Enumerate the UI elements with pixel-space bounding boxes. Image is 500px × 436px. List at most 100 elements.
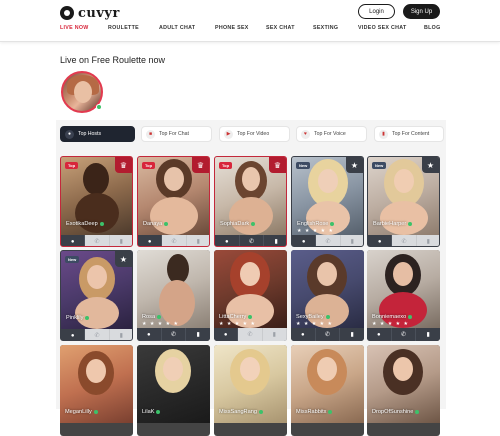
phone-icon[interactable]: ✆ (85, 235, 110, 246)
video-icon[interactable]: ▮ (416, 235, 439, 246)
host-name: Pinklily (66, 315, 84, 321)
top-badge: Top (142, 162, 156, 169)
chat-icon[interactable]: ● (292, 235, 317, 246)
online-dot (330, 222, 335, 226)
rating-stars: ★ ★ ★ ★ ★ (297, 228, 334, 234)
host-name: EnglishRose (297, 221, 329, 227)
host-card[interactable]: Top ♛ ExotikaDeep ● ✆ ▮ (60, 156, 133, 247)
host-card[interactable]: MissRabbitx (291, 345, 364, 436)
chat-icon[interactable]: ● (61, 235, 86, 246)
host-card[interactable]: New ★ Pinklily ● ✆ ▮ (60, 250, 133, 341)
new-badge: New (296, 162, 311, 169)
tab-top-hosts[interactable]: ● Top Hosts (60, 126, 135, 142)
video-icon[interactable]: ▮ (416, 328, 440, 341)
host-name: SophiaDark (220, 221, 250, 227)
phone-icon[interactable]: ✆ (240, 235, 265, 246)
chat-icon[interactable]: ● (291, 328, 316, 341)
online-dot (408, 222, 413, 226)
video-icon[interactable]: ▮ (109, 235, 132, 246)
host-card[interactable]: LilaK (137, 345, 210, 436)
nav-blog[interactable]: BLOG (424, 25, 441, 31)
host-name: SexyBailey (296, 314, 324, 320)
video-icon[interactable]: ▮ (186, 328, 210, 341)
host-card[interactable]: MeganLilly (60, 345, 133, 436)
login-button[interactable]: Login (358, 4, 395, 19)
rating-stars: ★ ★ ★ ★ ★ (296, 321, 333, 327)
crown-icon: ♛ (192, 157, 209, 173)
signup-button[interactable]: Sign Up (403, 4, 440, 19)
phone-icon[interactable]: ✆ (85, 329, 110, 340)
user-icon: ● (65, 129, 74, 139)
new-badge: New (65, 256, 80, 263)
host-name: Bonniemaexo (372, 314, 407, 320)
online-dot (408, 315, 413, 319)
host-name: LilaK (142, 409, 155, 415)
online-dot (156, 410, 161, 414)
nav-sex-chat[interactable]: SEX CHAT (266, 25, 295, 31)
host-card[interactable]: LittaCherry ★ ★ ★ ★ ★ ● ✆ ▮ (214, 250, 287, 341)
host-name: BarbieHarper (373, 221, 407, 227)
new-badge: New (372, 162, 387, 169)
video-icon: ▶ (224, 129, 233, 139)
host-card[interactable]: SexyBailey ★ ★ ★ ★ ★ ● ✆ ▮ (291, 250, 364, 341)
rating-stars: ★ ★ ★ ★ ★ (142, 321, 179, 327)
chat-icon[interactable]: ● (214, 328, 239, 341)
tab-top-for-voice[interactable]: ♥ Top For Voice (296, 126, 367, 142)
host-card[interactable]: Top ♛ SophiaDark ● ✆ ▮ (214, 156, 287, 247)
roulette-title: Live on Free Roulette now (60, 55, 166, 65)
video-icon[interactable]: ▮ (340, 328, 364, 341)
online-dot (248, 315, 253, 319)
tab-top-for-chat[interactable]: ■ Top For Chat (141, 126, 212, 142)
online-dot (415, 410, 420, 414)
host-card[interactable]: New ★ BarbieHarper ● ✆ ▮ (367, 156, 440, 247)
tab-label: Top Hosts (78, 131, 102, 137)
host-name: ExotikaDeep (66, 221, 98, 227)
chat-icon[interactable]: ● (137, 328, 162, 341)
host-card[interactable]: MissSangRang (214, 345, 287, 436)
host-name: MissRabbitx (296, 409, 327, 415)
chat-icon[interactable]: ● (367, 328, 392, 341)
nav-adult-chat[interactable]: ADULT CHAT (159, 25, 195, 31)
host-card[interactable]: Rosa ★ ★ ★ ★ ★ ● ✆ ▮ (137, 250, 210, 341)
phone-icon[interactable]: ✆ (162, 235, 187, 246)
star-icon: ★ (346, 157, 363, 173)
site-logo[interactable]: cuvyr (60, 5, 120, 21)
tab-label: Top For Chat (159, 131, 189, 137)
nav-phone-sex[interactable]: PHONE SEX (215, 25, 249, 31)
host-filter-tabs: ● Top Hosts ■ Top For Chat ▶ Top For Vid… (60, 126, 444, 142)
video-icon[interactable]: ▮ (186, 235, 209, 246)
phone-icon[interactable]: ✆ (392, 328, 417, 341)
phone-icon[interactable]: ✆ (162, 328, 187, 341)
star-icon: ★ (422, 157, 439, 173)
chat-icon[interactable]: ● (61, 329, 86, 340)
video-icon[interactable]: ▮ (264, 235, 286, 246)
chat-icon[interactable]: ● (215, 235, 240, 246)
host-card[interactable]: DropOfSunshine (367, 345, 440, 436)
host-card[interactable]: Bonniemaexo ★ ★ ★ ★ ★ ● ✆ ▮ (367, 250, 440, 341)
nav-video-sex-chat[interactable]: VIDEO SEX CHAT (358, 25, 407, 31)
phone-icon[interactable]: ✆ (238, 328, 263, 341)
nav-roulette[interactable]: ROULETTE (108, 25, 139, 31)
chat-icon[interactable]: ● (368, 235, 393, 246)
chat-icon[interactable]: ● (138, 235, 163, 246)
phone-icon[interactable]: ✆ (316, 235, 341, 246)
tab-top-for-video[interactable]: ▶ Top For Video (219, 126, 290, 142)
phone-icon[interactable]: ✆ (392, 235, 417, 246)
phone-icon[interactable]: ✆ (316, 328, 341, 341)
host-card[interactable]: New ★ EnglishRose ★ ★ ★ ★ ★ ● ✆ ▮ (291, 156, 364, 247)
hosts-panel: ● Top Hosts ■ Top For Chat ▶ Top For Vid… (56, 120, 446, 436)
video-icon[interactable]: ▮ (109, 329, 132, 340)
host-card[interactable]: Top ♛ Danaya ● ✆ ▮ (137, 156, 210, 247)
tab-label: Top For Video (237, 131, 270, 137)
site-header: cuvyr Login Sign Up LIVE NOW ROULETTE AD… (0, 0, 500, 42)
online-dot (99, 222, 104, 226)
nav-sexting[interactable]: SEXTING (313, 25, 338, 31)
online-dot (164, 222, 169, 226)
video-icon[interactable]: ▮ (340, 235, 363, 246)
nav-live-now[interactable]: LIVE NOW (60, 25, 89, 31)
video-icon[interactable]: ▮ (262, 328, 287, 341)
tab-top-for-content[interactable]: ▮ Top For Content (374, 126, 444, 142)
tab-label: Top For Voice (314, 131, 346, 137)
chat-icon: ■ (146, 129, 155, 139)
host-name: MeganLilly (65, 409, 92, 415)
